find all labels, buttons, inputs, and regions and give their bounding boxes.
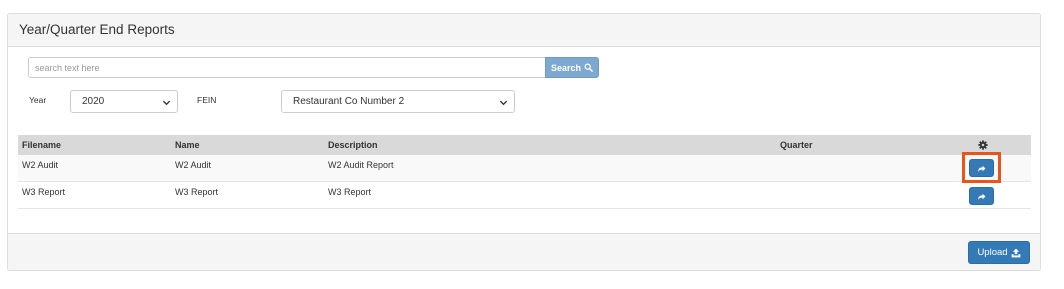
column-header-description: Description [328,140,378,150]
upload-button-label: Upload [977,247,1008,258]
cell-filename: W3 Report [22,187,66,197]
upload-icon [1011,248,1020,257]
cell-name: W2 Audit [175,160,212,170]
share-icon [978,193,986,200]
fein-label: FEIN [197,95,217,105]
cell-description: W2 Audit Report [328,160,394,170]
search-button[interactable]: Search [545,57,599,78]
chevron-down-icon [499,100,508,106]
year-select-value: 2020 [82,96,105,107]
search-icon [584,63,593,72]
panel-footer: Upload [8,233,1040,270]
table-row: W3 Report W3 Report W3 Report [18,182,1031,209]
column-header-quarter: Quarter [780,140,813,150]
open-report-button[interactable] [969,159,994,177]
search-input[interactable] [28,57,546,78]
table-header: Filename Name Description Quarter [18,135,1031,155]
column-header-filename: Filename [22,140,62,150]
cell-filename: W2 Audit [22,160,59,170]
table-row: W2 Audit W2 Audit W2 Audit Report [18,152,1031,183]
search-button-label: Search [550,62,582,73]
gear-icon [978,140,988,150]
year-label: Year [29,95,47,105]
column-header-name: Name [175,140,200,150]
upload-button[interactable]: Upload [968,241,1030,264]
chevron-down-icon [162,100,171,106]
panel-heading: Year/Quarter End Reports [8,14,1040,47]
cell-name: W3 Report [175,187,219,197]
reports-table: Filename Name Description Quarter W2 Aud… [18,135,1031,209]
panel-title: Year/Quarter End Reports [19,22,175,37]
fein-select-value: Restaurant Co Number 2 [293,96,405,107]
reports-panel: Year/Quarter End Reports Search Year 202… [7,13,1041,271]
open-report-button[interactable] [969,187,994,205]
share-icon [978,165,986,172]
cell-description: W3 Report [328,187,372,197]
year-select[interactable]: 2020 [70,90,178,113]
fein-select[interactable]: Restaurant Co Number 2 [281,90,515,113]
